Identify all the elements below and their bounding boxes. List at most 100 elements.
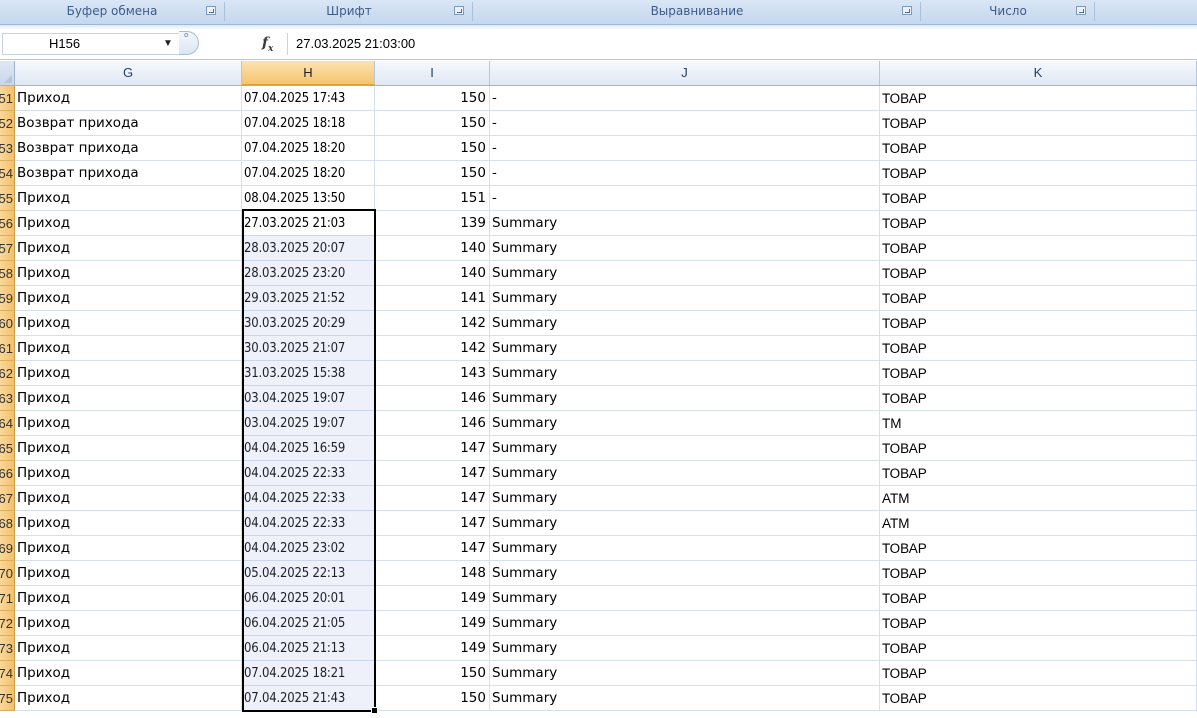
cell-h[interactable]: 30.03.2025 20:29 — [242, 311, 375, 336]
cell-h[interactable]: 07.04.2025 18:18 — [242, 111, 375, 136]
cell-j[interactable]: Summary — [490, 561, 880, 586]
cell-j[interactable]: - — [490, 186, 880, 211]
cell-h[interactable]: 28.03.2025 23:20 — [242, 261, 375, 286]
cell-k[interactable]: ТОВАР — [880, 661, 1197, 686]
cell-g[interactable]: Приход — [15, 261, 242, 286]
cell-h[interactable]: 07.04.2025 18:20 — [242, 136, 375, 161]
cell-i[interactable]: 150 — [375, 686, 490, 711]
cell-h[interactable]: 27.03.2025 21:03 — [242, 211, 375, 236]
cell-i[interactable]: 150 — [375, 661, 490, 686]
cell-g[interactable]: Возврат прихода — [15, 161, 242, 186]
cell-k[interactable]: ТОВАР — [880, 86, 1197, 111]
cell-i[interactable]: 147 — [375, 436, 490, 461]
cell-i[interactable]: 139 — [375, 211, 490, 236]
cell-j[interactable]: Summary — [490, 261, 880, 286]
cell-i[interactable]: 147 — [375, 511, 490, 536]
column-header-k[interactable]: K — [880, 61, 1197, 85]
cell-g[interactable]: Приход — [15, 86, 242, 111]
row-header[interactable]: 166 — [0, 461, 15, 486]
dialog-launcher-icon[interactable] — [454, 6, 464, 15]
cell-k[interactable]: ТОВАР — [880, 686, 1197, 711]
cell-g[interactable]: Приход — [15, 486, 242, 511]
cell-g[interactable]: Приход — [15, 561, 242, 586]
cell-j[interactable]: Summary — [490, 436, 880, 461]
select-all-corner[interactable] — [0, 61, 15, 85]
cell-k[interactable]: ТОВАР — [880, 236, 1197, 261]
cell-j[interactable]: Summary — [490, 361, 880, 386]
cell-g[interactable]: Приход — [15, 411, 242, 436]
cell-h[interactable]: 03.04.2025 19:07 — [242, 386, 375, 411]
row-header[interactable]: 156 — [0, 211, 15, 236]
cell-k[interactable]: ТОВАР — [880, 211, 1197, 236]
cell-i[interactable]: 140 — [375, 261, 490, 286]
cell-i[interactable]: 150 — [375, 86, 490, 111]
cell-i[interactable]: 151 — [375, 186, 490, 211]
row-header[interactable]: 172 — [0, 611, 15, 636]
row-header[interactable]: 157 — [0, 236, 15, 261]
row-header[interactable]: 170 — [0, 561, 15, 586]
cell-h[interactable]: 07.04.2025 18:20 — [242, 161, 375, 186]
cell-j[interactable]: Summary — [490, 211, 880, 236]
cell-h[interactable]: 31.03.2025 15:38 — [242, 361, 375, 386]
cell-h[interactable]: 30.03.2025 21:07 — [242, 336, 375, 361]
cell-i[interactable]: 142 — [375, 336, 490, 361]
cell-k[interactable]: ТОВАР — [880, 461, 1197, 486]
cell-g[interactable]: Приход — [15, 661, 242, 686]
row-header[interactable]: 171 — [0, 586, 15, 611]
name-box[interactable]: H156 ▼ — [2, 33, 183, 55]
cell-i[interactable]: 148 — [375, 561, 490, 586]
cell-k[interactable]: АТМ — [880, 511, 1197, 536]
row-header[interactable]: 152 — [0, 111, 15, 136]
cell-g[interactable]: Приход — [15, 586, 242, 611]
cell-k[interactable]: ТОВАР — [880, 361, 1197, 386]
cell-k[interactable]: ТОВАР — [880, 111, 1197, 136]
dialog-launcher-icon[interactable] — [1076, 6, 1086, 15]
cell-k[interactable]: ТОВАР — [880, 261, 1197, 286]
cell-h[interactable]: 05.04.2025 22:13 — [242, 561, 375, 586]
cell-i[interactable]: 149 — [375, 586, 490, 611]
row-header[interactable]: 168 — [0, 511, 15, 536]
formula-bar-resize-handle[interactable] — [179, 31, 199, 55]
cell-k[interactable]: ТМ — [880, 411, 1197, 436]
cell-k[interactable]: ТОВАР — [880, 136, 1197, 161]
cell-h[interactable]: 07.04.2025 21:43 — [242, 686, 375, 711]
dialog-launcher-icon[interactable] — [206, 6, 216, 15]
cell-g[interactable]: Приход — [15, 311, 242, 336]
cell-j[interactable]: - — [490, 86, 880, 111]
cell-i[interactable]: 147 — [375, 536, 490, 561]
column-header-h[interactable]: H — [242, 61, 375, 85]
cell-h[interactable]: 04.04.2025 22:33 — [242, 461, 375, 486]
row-header[interactable]: 160 — [0, 311, 15, 336]
cell-i[interactable]: 150 — [375, 136, 490, 161]
cell-i[interactable]: 147 — [375, 486, 490, 511]
cell-j[interactable]: Summary — [490, 486, 880, 511]
cell-k[interactable]: ТОВАР — [880, 286, 1197, 311]
cell-k[interactable]: ТОВАР — [880, 336, 1197, 361]
cell-j[interactable]: - — [490, 136, 880, 161]
cell-h[interactable]: 04.04.2025 22:33 — [242, 486, 375, 511]
cell-g[interactable]: Приход — [15, 536, 242, 561]
cell-k[interactable]: ТОВАР — [880, 186, 1197, 211]
cell-h[interactable]: 04.04.2025 16:59 — [242, 436, 375, 461]
cell-g[interactable]: Возврат прихода — [15, 136, 242, 161]
row-header[interactable]: 175 — [0, 686, 15, 711]
row-header[interactable]: 167 — [0, 486, 15, 511]
cell-i[interactable]: 143 — [375, 361, 490, 386]
cell-g[interactable]: Приход — [15, 686, 242, 711]
cell-h[interactable]: 03.04.2025 19:07 — [242, 411, 375, 436]
cell-j[interactable]: - — [490, 161, 880, 186]
row-header[interactable]: 174 — [0, 661, 15, 686]
cell-i[interactable]: 142 — [375, 311, 490, 336]
column-header-g[interactable]: G — [15, 61, 242, 85]
cell-g[interactable]: Приход — [15, 211, 242, 236]
cell-g[interactable]: Приход — [15, 611, 242, 636]
cell-k[interactable]: АТМ — [880, 486, 1197, 511]
cell-h[interactable]: 08.04.2025 13:50 — [242, 186, 375, 211]
cell-h[interactable]: 06.04.2025 20:01 — [242, 586, 375, 611]
cell-g[interactable]: Приход — [15, 236, 242, 261]
cell-i[interactable]: 146 — [375, 411, 490, 436]
cell-g[interactable]: Возврат прихода — [15, 111, 242, 136]
cell-j[interactable]: Summary — [490, 411, 880, 436]
cell-k[interactable]: ТОВАР — [880, 636, 1197, 661]
insert-function-icon[interactable]: fx — [262, 35, 273, 54]
